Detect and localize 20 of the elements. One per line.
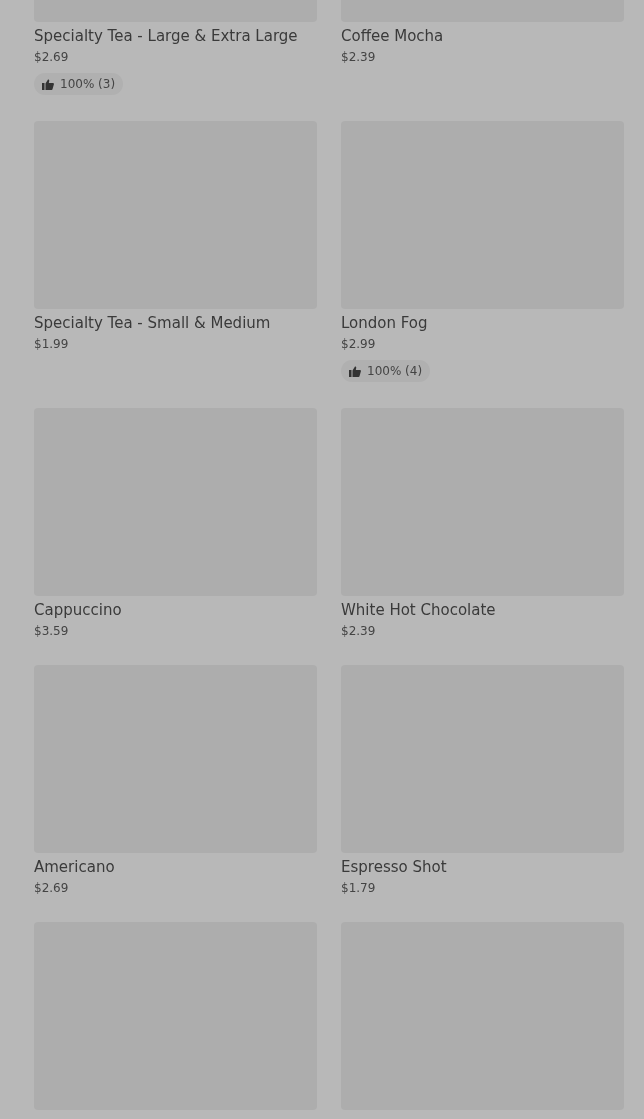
item-name[interactable]: Specialty Tea - Large & Extra Large bbox=[34, 26, 317, 46]
item-price: $3.59 bbox=[34, 623, 70, 639]
item-price: $2.69 bbox=[34, 880, 70, 896]
item-price: $1.79 bbox=[341, 880, 377, 896]
item-name[interactable]: Coffee Mocha bbox=[341, 26, 624, 46]
item-name[interactable]: White Hot Chocolate bbox=[341, 600, 624, 620]
item-name[interactable]: Americano bbox=[34, 857, 317, 877]
item-price: $2.39 bbox=[341, 623, 377, 639]
item-name[interactable]: London Fog bbox=[341, 313, 624, 333]
rating-text: 100% (3) bbox=[60, 76, 116, 93]
item-price: $1.99 bbox=[34, 336, 70, 352]
rating-text: 100% (4) bbox=[367, 363, 423, 380]
item-price: $2.99 bbox=[341, 336, 377, 352]
thumbs-up-icon bbox=[42, 78, 54, 90]
item-price: $2.39 bbox=[341, 49, 377, 65]
item-name[interactable]: Specialty Tea - Small & Medium bbox=[34, 313, 317, 333]
thumbs-up-icon bbox=[349, 365, 361, 377]
item-name[interactable]: Cappuccino bbox=[34, 600, 317, 620]
item-price: $2.69 bbox=[34, 49, 70, 65]
item-name[interactable]: Espresso Shot bbox=[341, 857, 624, 877]
